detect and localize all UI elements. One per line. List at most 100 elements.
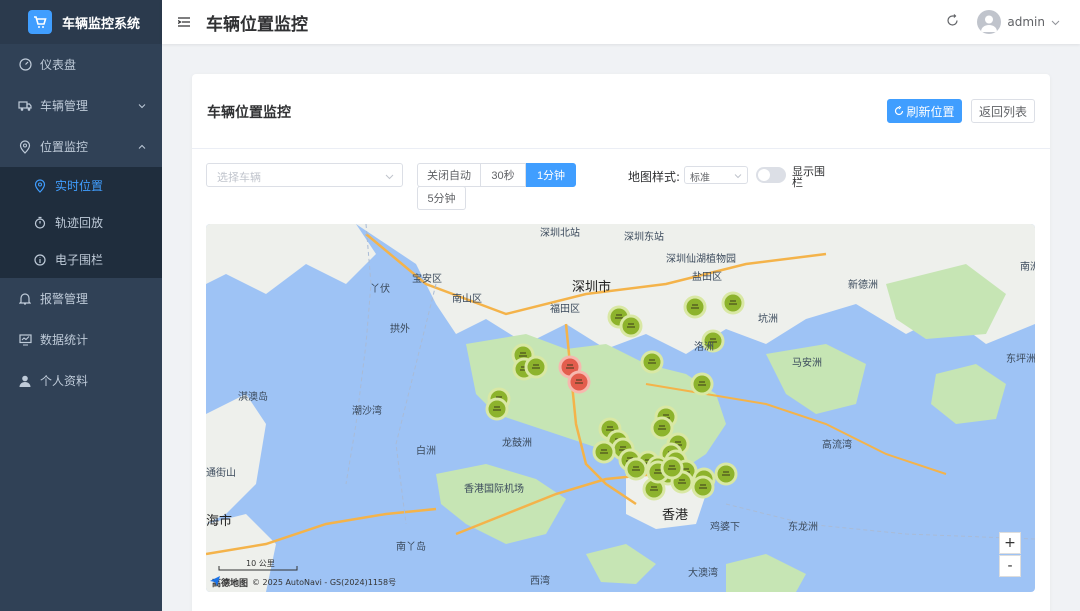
map-label: 宝安区 [412,274,442,285]
back-to-list-button[interactable]: 返回列表 [971,99,1035,123]
app-title: 车辆监控系统 [62,16,141,32]
sidebar-item-location[interactable]: 位置监控 [0,126,162,167]
chevron-down-icon [138,103,146,108]
map-label: 东坪洲 [1006,354,1035,365]
map-label: 淇澳岛 [238,392,268,403]
hamburger-icon[interactable] [178,15,192,29]
map-label: 深圳仙湖植物园 [666,254,736,265]
truck-icon [18,99,32,113]
map-label: 新德洲 [848,280,878,291]
toggle-knob [758,169,770,181]
chevron-down-icon [385,174,394,180]
refresh-button-label: 刷新位置 [906,104,955,119]
map-label: 通街山 [206,468,236,479]
sidebar-item-realtime[interactable]: 实时位置 [0,167,162,204]
sidebar-item-label: 位置监控 [40,140,89,154]
map-label: 南洲 [1020,262,1035,273]
vehicle-marker[interactable] [485,397,509,421]
location-pin-icon [18,139,32,154]
map-label: 大澳湾 [688,568,718,579]
cart-logo-icon [28,10,52,34]
sidebar-item-vehicles[interactable]: 车辆管理 [0,85,162,126]
reload-icon[interactable] [946,14,959,30]
vehicle-marker[interactable] [624,457,648,481]
zoom-in-button[interactable]: + [999,532,1021,554]
sidebar-item-alarms[interactable]: 报警管理 [0,278,162,319]
chart-screen-icon [18,333,32,347]
map-label: 香港 [662,508,689,523]
vehicle-marker[interactable] [650,416,674,440]
amap-logo-icon [210,576,220,586]
map-label: 丫伏 [370,284,390,295]
chevron-down-icon [734,174,742,179]
map-style-value: 标准 [690,173,710,184]
refresh-option-30s[interactable]: 30秒 [480,163,526,187]
sidebar-item-label: 数据统计 [40,333,89,347]
chevron-up-icon [138,144,146,149]
sidebar-item-profile[interactable]: 个人资料 [0,360,162,401]
map-label: 福田区 [550,304,580,315]
vehicle-select-placeholder: 选择车辆 [217,171,261,184]
vehicle-marker[interactable] [592,440,616,464]
map-label: 香港国际机场 [464,484,524,495]
sidebar-item-stats[interactable]: 数据统计 [0,319,162,360]
map-label: 洛洲 [694,342,714,353]
refresh-option-off[interactable]: 关闭自动 [417,163,481,187]
bell-icon [18,292,32,306]
map-label: 龙鼓洲 [502,438,532,449]
stopwatch-icon [33,216,47,230]
vehicle-marker[interactable] [691,475,715,499]
vehicle-marker[interactable] [524,355,548,379]
chevron-down-icon[interactable] [1051,18,1060,27]
sidebar-item-label: 仪表盘 [40,58,77,72]
map-label: 南山区 [452,294,482,305]
card-title: 车辆位置监控 [207,105,291,121]
vehicle-marker[interactable] [619,314,643,338]
map-label: 鸡婆下 [710,522,740,533]
map-label: 深圳东站 [624,232,664,243]
sidebar-item-label: 实时位置 [55,179,104,193]
zoom-out-button[interactable]: - [999,555,1021,577]
username[interactable]: admin [1007,15,1045,29]
sidebar-item-playback[interactable]: 轨迹回放 [0,204,162,241]
map-style-select[interactable]: 标准 [684,166,748,184]
location-submenu: 实时位置 轨迹回放 电子围栏 [0,167,162,278]
map-label: 马安洲 [792,358,822,369]
vehicle-markers[interactable] [206,224,1035,592]
map-label: 海市 [206,514,233,529]
refresh-option-5min[interactable]: 5分钟 [417,186,466,210]
header-right: admin [946,0,1060,44]
refresh-icon [895,106,904,116]
top-header: 车辆位置监控 admin [162,0,1080,44]
map-label: 坑洲 [758,314,778,325]
sidebar-item-dashboard[interactable]: 仪表盘 [0,44,162,85]
vehicle-select[interactable]: 选择车辆 [206,163,403,187]
refresh-option-1min[interactable]: 1分钟 [526,163,576,187]
logo[interactable]: 车辆监控系统 [0,0,162,44]
vehicle-marker[interactable] [690,372,714,396]
page-title: 车辆位置监控 [206,14,308,35]
map-label: 南丫岛 [396,542,426,553]
sidebar-item-label: 车辆管理 [40,99,89,113]
info-circle-icon [33,253,47,267]
sidebar-item-label: 电子围栏 [55,253,104,267]
map-label: 深圳市 [572,280,612,295]
refresh-location-button[interactable]: 刷新位置 [887,99,962,123]
map-label: 拱外 [390,324,410,335]
sidebar-item-fence[interactable]: 电子围栏 [0,241,162,278]
vehicle-marker[interactable] [567,370,591,394]
avatar[interactable] [977,10,1002,34]
vehicle-marker[interactable] [714,462,738,486]
map-label: 东龙洲 [788,522,818,533]
vehicle-marker[interactable] [640,350,664,374]
card-header: 车辆位置监控 刷新位置 返回列表 [192,74,1050,149]
sidebar: 车辆监控系统 仪表盘 车辆管理 位置监控 实时位置 轨迹回放 电子围栏 报警管理… [0,0,162,611]
fence-toggle[interactable] [756,167,786,183]
location-pin-icon [33,178,47,193]
map-view[interactable]: 深圳北站 深圳东站 深圳仙湖植物园 盐田区 深圳市 宝安区 南山区 福田区 丫伏… [206,224,1035,592]
vehicle-marker[interactable] [660,456,684,480]
vehicle-marker[interactable] [721,291,745,315]
vehicle-marker[interactable] [683,295,707,319]
monitor-card: 车辆位置监控 刷新位置 返回列表 选择车辆 关闭自动 30秒 1分钟 5分钟 地… [192,74,1050,611]
map-style-label: 地图样式: [628,170,681,184]
